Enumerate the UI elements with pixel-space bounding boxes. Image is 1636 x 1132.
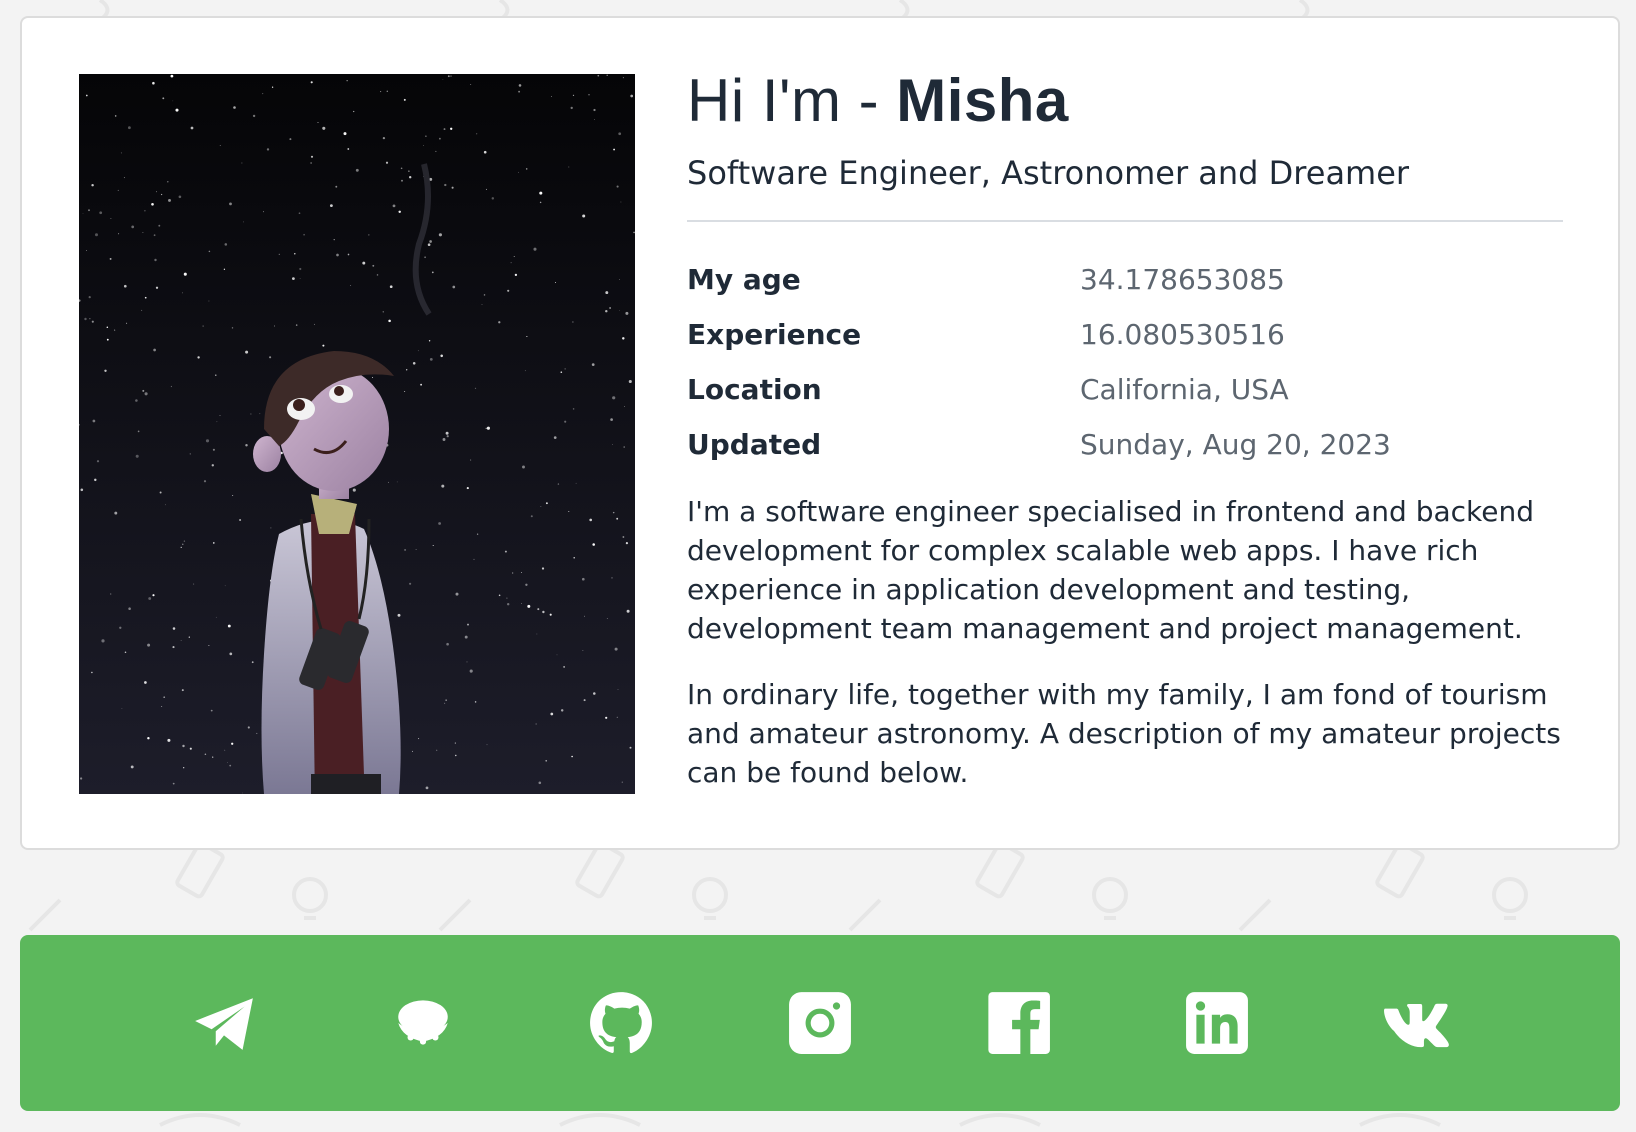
facebook-icon	[987, 992, 1050, 1054]
profile-name: Misha	[896, 67, 1069, 134]
bio: I'm a software engineer specialised in f…	[687, 492, 1563, 792]
linkedin-icon	[1186, 992, 1249, 1054]
github-link[interactable]	[585, 987, 657, 1059]
bio-paragraph: I'm a software engineer specialised in f…	[687, 495, 1534, 646]
fact-label: Location	[687, 373, 822, 407]
profile-info: Hi I'm - Misha Software Engineer, Astron…	[687, 68, 1563, 819]
github-icon	[590, 992, 653, 1054]
bio-paragraph: In ordinary life, together with my famil…	[687, 678, 1561, 790]
divider	[687, 220, 1563, 223]
profile-subtitle: Software Engineer, Astronomer and Dreame…	[687, 154, 1410, 192]
astronomer-illustration	[79, 74, 635, 794]
social-links-bar	[20, 935, 1620, 1111]
fact-row-experience: Experience 16.080530516	[687, 307, 1563, 362]
page-title: Hi I'm - Misha	[687, 68, 1563, 134]
facts-table: My age 34.178653085 Experience 16.080530…	[687, 252, 1563, 472]
fact-label: Experience	[687, 318, 862, 352]
fact-row-updated: Updated Sunday, Aug 20, 2023	[687, 417, 1563, 472]
facebook-link[interactable]	[983, 987, 1055, 1059]
telegram-icon	[195, 998, 254, 1050]
fact-row-location: Location California, USA	[687, 362, 1563, 417]
fact-value: California, USA	[1080, 373, 1289, 407]
fact-value: 34.178653085	[1080, 263, 1285, 297]
profile-photo	[79, 74, 635, 794]
vk-link[interactable]	[1380, 987, 1452, 1059]
vk-icon	[1383, 1003, 1449, 1048]
ufo-link[interactable]	[387, 987, 459, 1059]
ufo-icon	[398, 1000, 448, 1045]
fact-value: 16.080530516	[1080, 318, 1285, 352]
fact-label: My age	[687, 263, 801, 297]
instagram-icon	[789, 992, 851, 1054]
fact-label: Updated	[687, 428, 822, 462]
instagram-link[interactable]	[784, 987, 856, 1059]
telegram-link[interactable]	[188, 987, 260, 1059]
profile-card: Hi I'm - Misha Software Engineer, Astron…	[20, 16, 1620, 850]
linkedin-link[interactable]	[1181, 987, 1253, 1059]
greeting-prefix: Hi I'm -	[687, 67, 897, 134]
fact-value: Sunday, Aug 20, 2023	[1080, 428, 1391, 462]
fact-row-age: My age 34.178653085	[687, 252, 1563, 307]
